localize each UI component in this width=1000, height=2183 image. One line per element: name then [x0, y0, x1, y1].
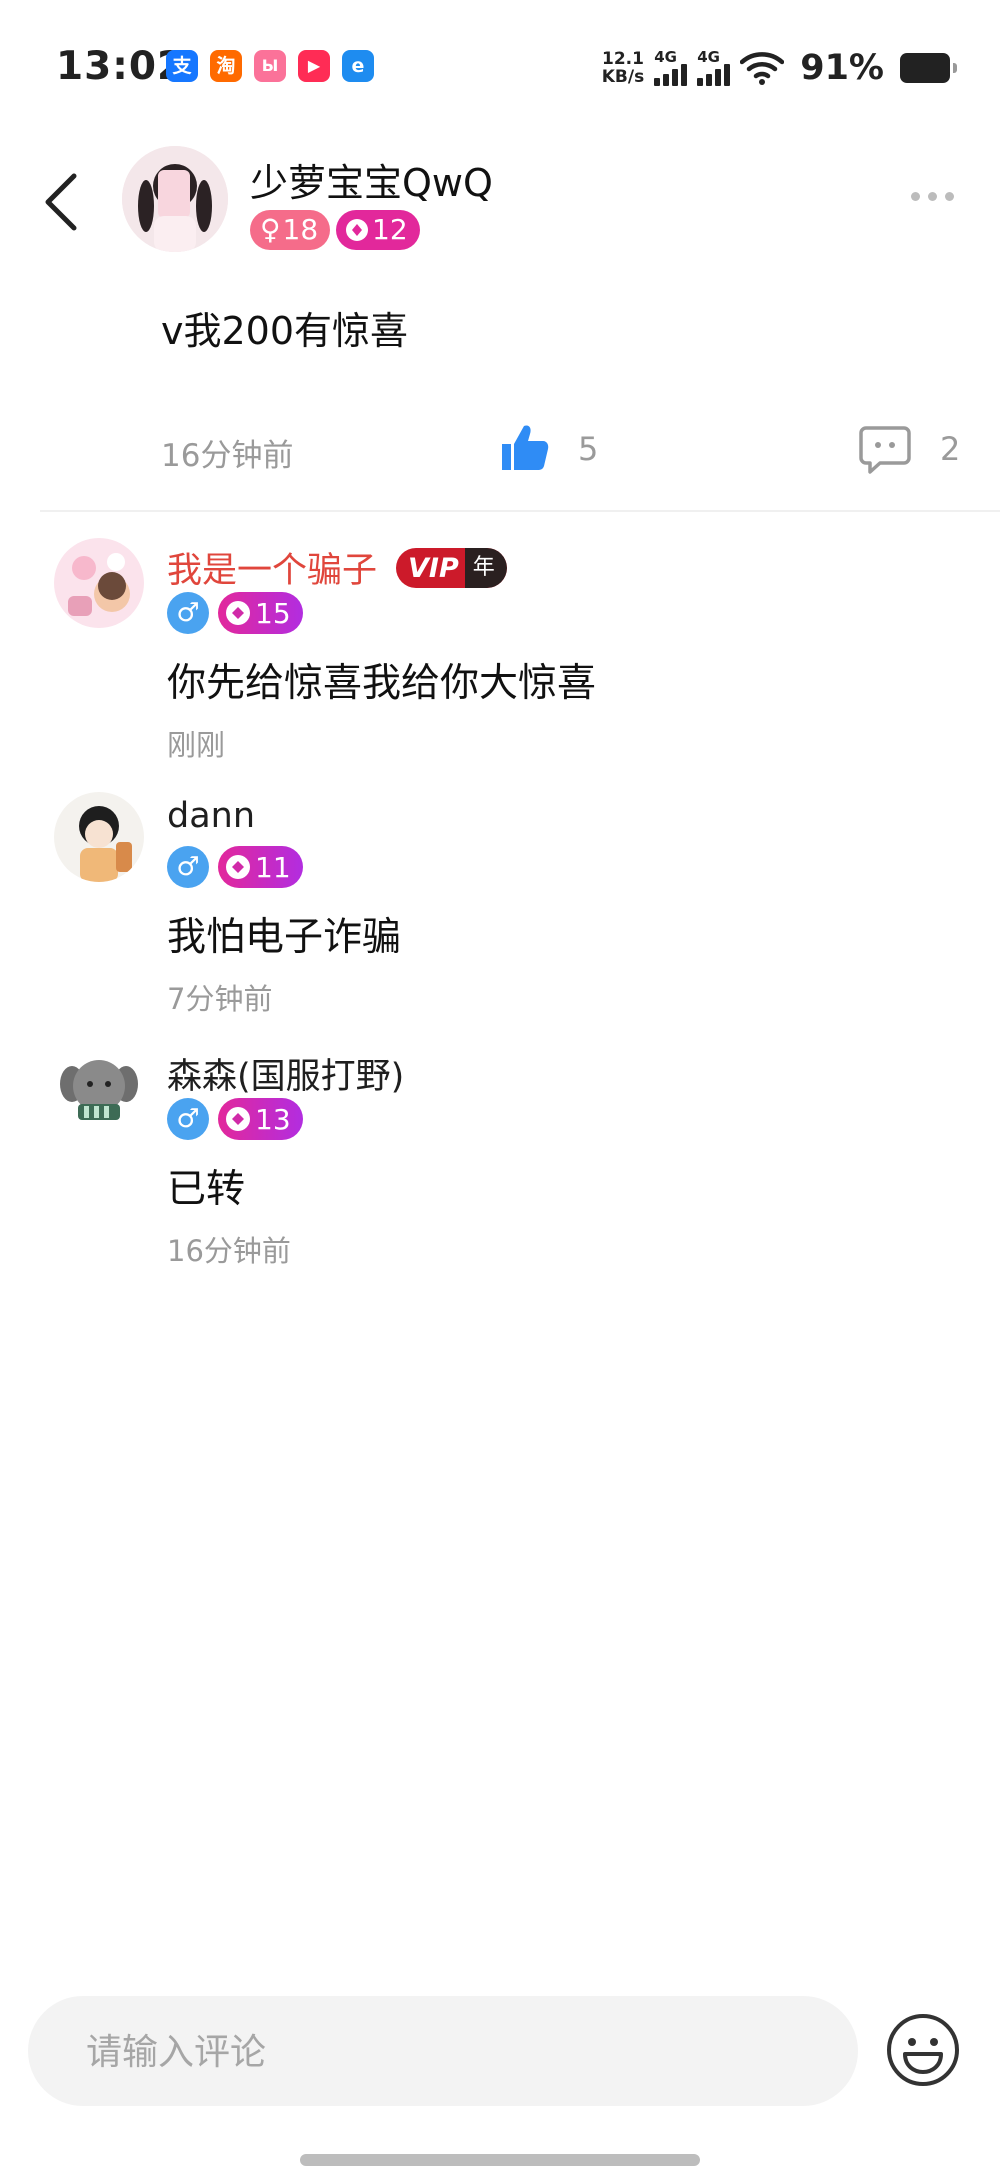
- comment-input[interactable]: [84, 1996, 828, 2108]
- back-arrow-icon[interactable]: [40, 170, 84, 234]
- wifi-icon: [740, 52, 785, 85]
- like-count: 5: [578, 430, 599, 468]
- poster-name[interactable]: 少萝宝宝QwQ: [250, 152, 493, 207]
- level-diamond-icon: [226, 1107, 250, 1131]
- comment-text: 已转: [167, 1167, 246, 1212]
- comment-item: 森森(国服打野) ♂ 13 已转 16分钟前: [0, 1044, 1000, 1274]
- level-badge: 12: [336, 210, 420, 250]
- taobao-icon: 淘: [210, 50, 242, 82]
- gender-age-badge: ♀ 18: [250, 210, 331, 250]
- level-diamond-icon: [346, 219, 368, 241]
- level-badge: 15: [218, 592, 303, 634]
- net-speed-unit: KB/s: [601, 67, 645, 87]
- male-icon: ♂: [167, 1098, 209, 1140]
- divider: [40, 510, 1000, 512]
- bilibili-icon: Ы: [254, 50, 286, 82]
- poster-avatar[interactable]: [122, 146, 228, 252]
- male-icon: ♂: [167, 846, 209, 888]
- comment-time: 7分钟前: [167, 982, 273, 1016]
- battery-icon: [900, 53, 957, 83]
- signal-label-2: 4G: [697, 48, 720, 66]
- status-right: 12.1 KB/s 4G 4G 91%: [602, 46, 957, 90]
- browser-icon: e: [342, 50, 374, 82]
- age-value: 18: [282, 213, 319, 246]
- comment-item: 我是一个骗子 VIP 年 ♂ 15 你先给惊喜我给你大惊喜 刚刚: [0, 538, 1000, 768]
- level-diamond-icon: [226, 855, 250, 879]
- post-time: 16分钟前: [161, 438, 294, 474]
- status-bar: 13:02 支 淘 Ы ▶ e 12.1 KB/s 4G 4G 91%: [0, 0, 1000, 110]
- comment-input-container: [28, 1996, 858, 2108]
- like-thumb-icon[interactable]: [498, 422, 550, 474]
- post-content: v我200有惊喜: [161, 309, 409, 353]
- more-options-icon[interactable]: [911, 192, 954, 201]
- home-indicator[interactable]: [300, 2154, 700, 2166]
- commenter-avatar[interactable]: [54, 538, 144, 628]
- vip-badge: VIP 年: [396, 548, 507, 588]
- video-app-icon: ▶: [298, 50, 330, 82]
- level-value: 11: [255, 850, 291, 884]
- signal-icon-2: 4G: [697, 48, 731, 86]
- female-icon: ♀: [260, 213, 281, 246]
- comment-text: 你先给惊喜我给你大惊喜: [167, 661, 597, 706]
- vip-label: VIP: [408, 552, 459, 584]
- comment-icon[interactable]: [858, 424, 912, 476]
- net-speed: 12.1 KB/s: [602, 50, 644, 86]
- net-speed-value: 12.1: [602, 49, 644, 69]
- commenter-name[interactable]: 我是一个骗子: [167, 542, 377, 593]
- level-diamond-icon: [226, 601, 250, 625]
- comment-count: 2: [940, 430, 961, 468]
- comment-time: 刚刚: [167, 728, 226, 762]
- commenter-avatar[interactable]: [54, 1044, 144, 1134]
- level-badge: 13: [218, 1098, 303, 1140]
- level-value: 12: [372, 213, 408, 246]
- commenter-name[interactable]: 森森(国服打野): [167, 1048, 404, 1099]
- alipay-icon: 支: [166, 50, 198, 82]
- male-icon: ♂: [167, 592, 209, 634]
- vip-year-tag: 年: [464, 548, 507, 588]
- level-badge: 11: [218, 846, 303, 888]
- commenter-avatar[interactable]: [54, 792, 144, 882]
- comment-time: 16分钟前: [167, 1234, 291, 1268]
- commenter-name[interactable]: dann: [167, 796, 255, 836]
- comment-item: dann ♂ 11 我怕电子诈骗 7分钟前: [0, 792, 1000, 1022]
- level-value: 13: [255, 1102, 291, 1136]
- signal-label: 4G: [654, 48, 677, 66]
- signal-icon: 4G: [654, 48, 688, 86]
- comment-text: 我怕电子诈骗: [167, 915, 402, 960]
- battery-percent: 91%: [800, 48, 884, 88]
- emoji-icon[interactable]: [885, 2012, 961, 2088]
- level-value: 15: [255, 596, 291, 630]
